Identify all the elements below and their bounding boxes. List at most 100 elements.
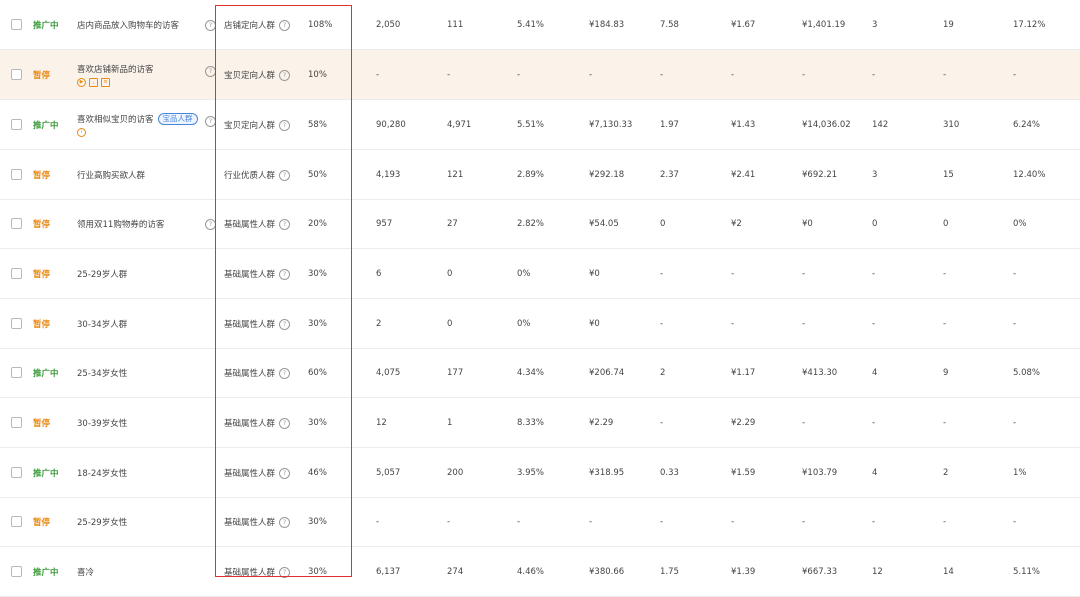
crowd-name[interactable]: 30-34岁人群	[77, 318, 127, 330]
metric-c7: -	[802, 418, 806, 428]
metric-c9: 14	[943, 567, 954, 577]
row-checkbox[interactable]	[11, 516, 22, 527]
premium-ratio[interactable]: 30%	[308, 398, 327, 448]
metric-c9: 15	[943, 170, 954, 180]
status-badge: 暂停	[33, 71, 51, 81]
metric-c6: -	[731, 70, 735, 80]
premium-ratio[interactable]: 30%	[308, 299, 327, 349]
metric-c7: -	[802, 70, 806, 80]
metric-c5: -	[660, 269, 664, 279]
crowd-name-line: 30-39岁女性	[77, 417, 127, 429]
crowd-name[interactable]: 喜欢相似宝贝的访客	[77, 113, 154, 125]
row-checkbox[interactable]	[11, 417, 22, 428]
metric-c8: 0	[872, 219, 878, 229]
crowd-name[interactable]: 30-39岁女性	[77, 417, 127, 429]
row-checkbox[interactable]	[11, 268, 22, 279]
help-icon[interactable]: ?	[205, 218, 216, 230]
premium-ratio[interactable]: 108%	[308, 0, 332, 50]
help-icon[interactable]: ?	[279, 119, 291, 131]
crowd-name[interactable]: 25-34岁女性	[77, 367, 127, 379]
premium-ratio[interactable]: 20%	[308, 199, 327, 249]
row-checkbox[interactable]	[11, 19, 22, 30]
detail-icon[interactable]: ≡	[101, 78, 110, 87]
crowd-help-wrap: ?	[201, 100, 216, 150]
metric-c4: ¥7,130.33	[589, 120, 633, 130]
metric-c6: ¥2.29	[731, 418, 756, 428]
row-checkbox[interactable]	[11, 318, 22, 329]
status-badge: 推广中	[33, 469, 59, 479]
help-icon[interactable]: ?	[279, 516, 291, 528]
metric-c9: 0	[943, 219, 949, 229]
row-checkbox[interactable]	[11, 69, 22, 80]
crowd-group: 基础属性人群	[224, 419, 276, 429]
metric-c9: -	[943, 418, 947, 428]
help-icon[interactable]: ?	[205, 19, 216, 31]
crowd-name[interactable]: 18-24岁女性	[77, 467, 127, 479]
metric-c9: 19	[943, 20, 954, 30]
crowd-name[interactable]: 行业高购买欲人群	[77, 169, 145, 181]
metric-c10: 1%	[1013, 468, 1027, 478]
chart-icon[interactable]: ⌞	[89, 78, 98, 87]
row-checkbox[interactable]	[11, 367, 22, 378]
table-row: 暂停 领用双11购物券的访客? 基础属性人群? 20% 957 27 2.82% ¥54.05…	[0, 199, 1080, 249]
premium-ratio[interactable]: 50%	[308, 150, 327, 200]
crowd-help-wrap: ?	[201, 50, 216, 100]
help-icon[interactable]: ?	[279, 218, 291, 230]
metric-c6: ¥1.43	[731, 120, 756, 130]
help-icon[interactable]: ?	[279, 19, 291, 31]
metric-c9: 9	[943, 368, 949, 378]
premium-ratio[interactable]: 10%	[308, 50, 327, 100]
info-icon[interactable]: i	[77, 128, 86, 137]
metric-c2: 1	[447, 418, 453, 428]
metric-c6: -	[731, 319, 735, 329]
row-checkbox[interactable]	[11, 169, 22, 180]
crowd-group-cell: 基础属性人群?	[224, 547, 291, 597]
crowd-name[interactable]: 25-29岁人群	[77, 268, 127, 280]
crowd-name[interactable]: 25-29岁女性	[77, 516, 127, 528]
help-icon[interactable]: ?	[279, 169, 291, 181]
status-badge: 推广中	[33, 568, 59, 578]
premium-ratio[interactable]: 30%	[308, 249, 327, 299]
help-icon[interactable]: ?	[279, 467, 291, 479]
crowd-name[interactable]: 喜欢店铺新品的访客	[77, 63, 154, 75]
crowd-help-wrap: ?	[201, 199, 216, 249]
metric-c5: -	[660, 517, 664, 527]
metric-c4: -	[589, 70, 593, 80]
help-icon[interactable]: ?	[279, 367, 291, 379]
play-icon[interactable]: ▶	[77, 78, 86, 87]
row-checkbox[interactable]	[11, 566, 22, 577]
help-icon[interactable]: ?	[205, 66, 216, 77]
table-row: 推广中 25-34岁女性 基础属性人群? 60% 4,075 177 4.34% ¥206.7…	[0, 348, 1080, 398]
premium-ratio[interactable]: 60%	[308, 348, 327, 398]
metric-c7: ¥103.79	[802, 468, 838, 478]
row-checkbox[interactable]	[11, 218, 22, 229]
help-icon[interactable]: ?	[279, 417, 291, 429]
help-icon[interactable]: ?	[205, 116, 216, 127]
premium-ratio[interactable]: 58%	[308, 100, 327, 150]
premium-ratio[interactable]: 46%	[308, 448, 327, 498]
metric-c7: ¥0	[802, 219, 813, 229]
table-row: 暂停 25-29岁女性 基础属性人群? 30% - - - - - - - - - -	[0, 497, 1080, 547]
premium-ratio[interactable]: 30%	[308, 497, 327, 547]
crowd-tag: 宝品人群	[157, 113, 198, 125]
row-checkbox[interactable]	[11, 467, 22, 478]
table-row: 推广中 店内商品放入购物车的访客? 店铺定向人群? 108% 2,050 111 5.41%…	[0, 0, 1080, 50]
row-checkbox[interactable]	[11, 119, 22, 130]
help-icon[interactable]: ?	[279, 69, 291, 81]
help-icon[interactable]: ?	[279, 318, 291, 330]
metric-c1: -	[376, 70, 380, 80]
metric-c4: ¥2.29	[589, 418, 614, 428]
metric-c6: ¥1.59	[731, 468, 756, 478]
crowd-name[interactable]: 领用双11购物券的访客	[77, 218, 164, 230]
help-icon[interactable]: ?	[279, 268, 291, 280]
metric-c3: 0%	[517, 319, 531, 329]
table-row: 暂停 25-29岁人群 基础属性人群? 30% 6 0 0% ¥0 - - - - - -	[0, 249, 1080, 299]
metric-c5: 7.58	[660, 20, 679, 30]
status-badge: 暂停	[33, 270, 51, 280]
crowd-group: 宝贝定向人群	[224, 71, 276, 81]
crowd-name[interactable]: 店内商品放入购物车的访客	[77, 19, 179, 31]
crowd-name[interactable]: 喜冷	[77, 566, 94, 578]
premium-ratio[interactable]: 30%	[308, 547, 327, 597]
table-row: 暂停 行业高购买欲人群 行业优质人群? 50% 4,193 121 2.89% ¥292.18…	[0, 150, 1080, 200]
crowd-group-cell: 店铺定向人群?	[224, 0, 291, 50]
